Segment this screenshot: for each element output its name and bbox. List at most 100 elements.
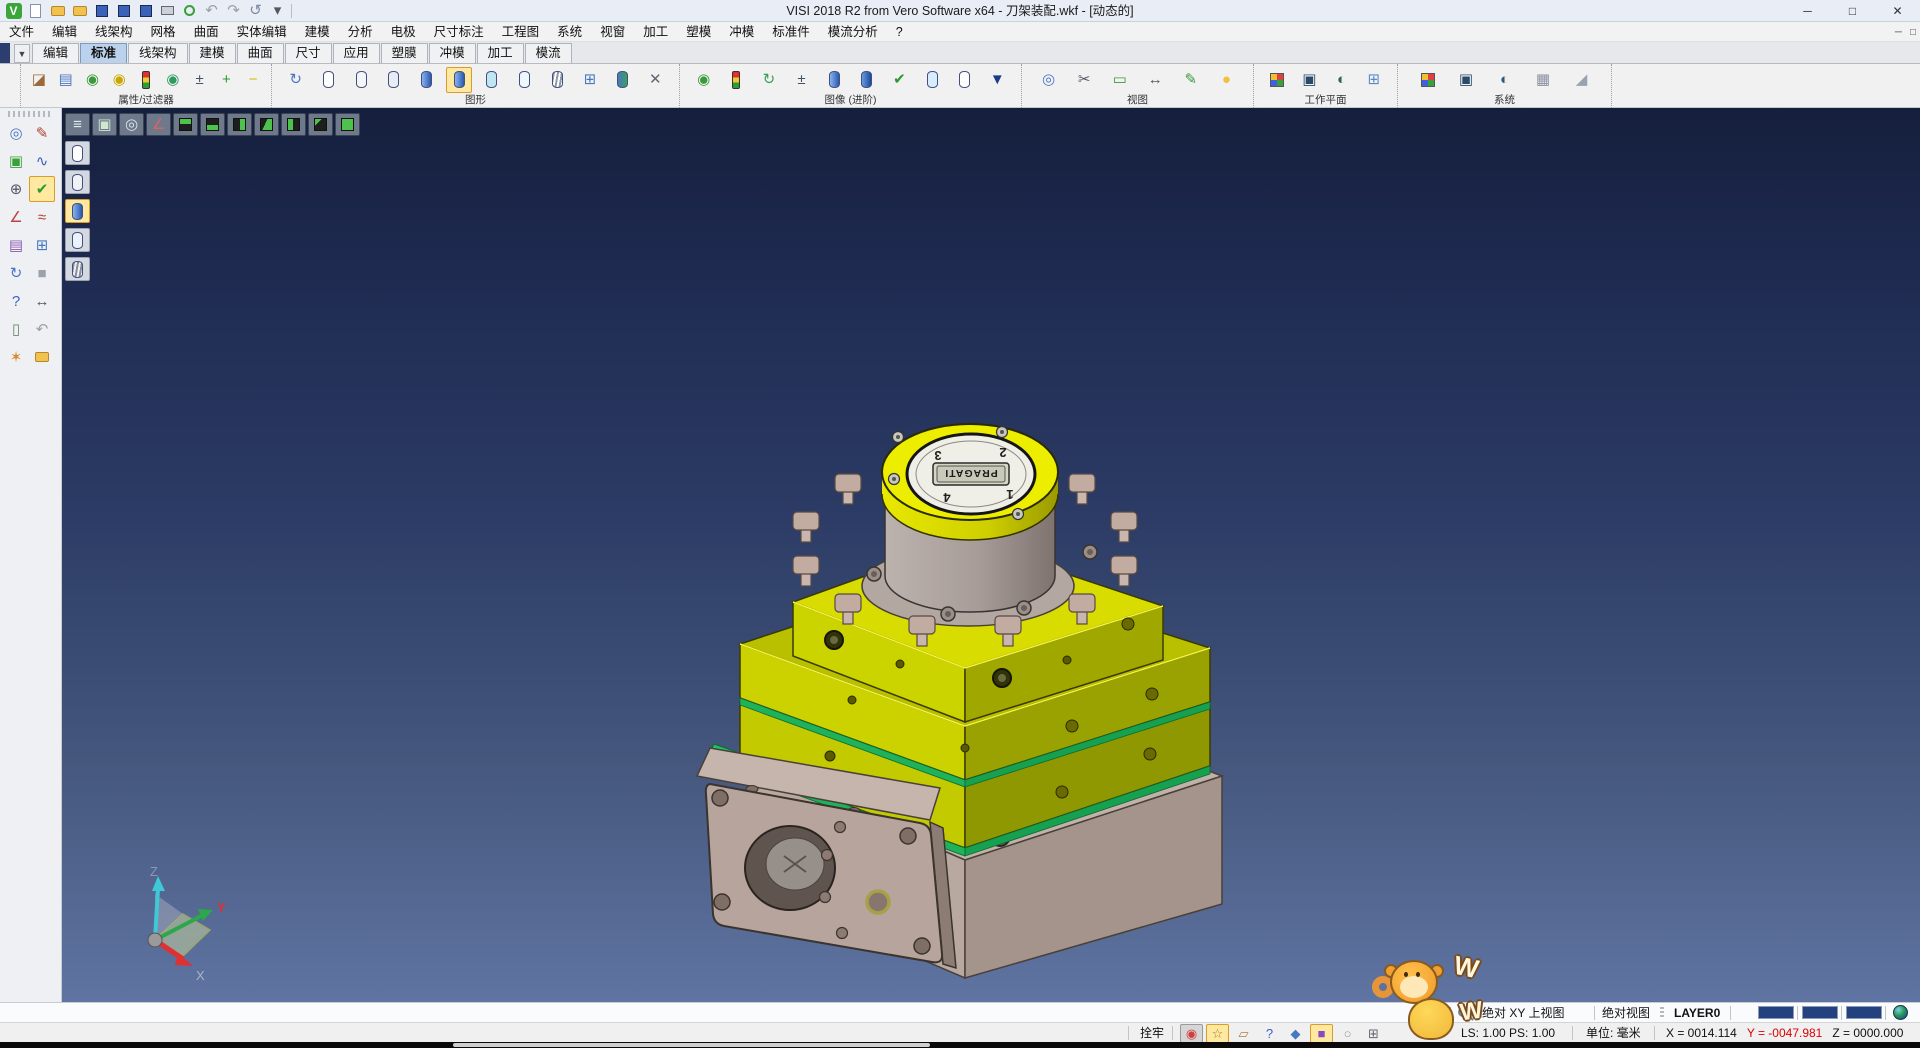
adv-cone-icon[interactable]: ▼ — [984, 67, 1010, 93]
tab-dropdown-icon[interactable]: ▼ — [14, 44, 30, 63]
ucs-axis-icon[interactable]: ∠ — [3, 204, 29, 230]
model-canvas[interactable]: PRAGATI 3 2 4 1 — [62, 108, 1920, 1002]
view-right-icon[interactable] — [227, 113, 252, 136]
attr-paint-icon[interactable]: ◪ — [26, 67, 52, 93]
layer-color-swatch-1[interactable] — [1758, 1006, 1794, 1019]
cylinder-box-icon[interactable]: ⊞ — [577, 67, 603, 93]
adv-check-icon[interactable]: ✔ — [886, 67, 912, 93]
dashed-cylinder-icon[interactable] — [381, 67, 407, 93]
menu-item[interactable]: 系统 — [548, 22, 591, 42]
context-help-icon[interactable]: ? — [3, 288, 29, 314]
view-hide-icon[interactable]: ◉ — [106, 67, 132, 93]
adv-view-add-icon[interactable]: ◉ — [691, 67, 717, 93]
menu-item[interactable]: 分析 — [339, 22, 382, 42]
measure-view-icon[interactable]: ↔ — [1142, 67, 1168, 93]
window-tile-icon[interactable]: ⊞ — [29, 232, 55, 258]
show-add-icon[interactable]: + — [213, 67, 239, 93]
shaded-edges-cylinder-icon[interactable] — [446, 67, 472, 93]
restore-button[interactable]: □ — [1830, 0, 1875, 22]
ribbon-tab[interactable]: 标准 — [80, 43, 127, 63]
dock-grip[interactable] — [8, 111, 53, 117]
view-menu-icon[interactable]: ≡ — [65, 113, 90, 136]
layer-color-swatch-2[interactable] — [1802, 1006, 1838, 1019]
close-button[interactable]: ✕ — [1875, 0, 1920, 22]
undo-icon[interactable]: ↶ — [202, 2, 221, 20]
print-icon[interactable] — [158, 2, 177, 20]
system-matrix-icon[interactable]: ▦ — [1530, 67, 1556, 93]
layer-color-swatch-3[interactable] — [1846, 1006, 1882, 1019]
menu-item[interactable]: 工程图 — [493, 22, 549, 42]
lock-toggle[interactable]: 拴牢 — [1140, 1023, 1164, 1043]
menu-item[interactable]: 模流分析 — [819, 22, 887, 42]
menu-item[interactable]: 网格 — [142, 22, 185, 42]
ribbon-tab[interactable]: 塑膜 — [381, 43, 428, 63]
menu-item[interactable]: 标准件 — [763, 22, 819, 42]
menu-item[interactable]: ? — [887, 22, 912, 42]
status-grip[interactable] — [1660, 1007, 1664, 1019]
hatch-display-icon[interactable] — [65, 257, 90, 281]
hatched-cylinder-icon[interactable] — [544, 67, 570, 93]
save-all-icon[interactable] — [136, 2, 155, 20]
ribbon-tab[interactable]: 尺寸 — [285, 43, 332, 63]
regen-icon[interactable]: ↻ — [283, 67, 309, 93]
child-minimize-button[interactable]: ─ — [1895, 27, 1902, 38]
render-light-icon[interactable]: ● — [1213, 67, 1239, 93]
quick-help-icon[interactable]: ? — [1258, 1024, 1281, 1043]
section-cut-icon[interactable]: ✂ — [1071, 67, 1097, 93]
menu-item[interactable]: 建模 — [296, 22, 339, 42]
horizontal-scrollbar-thumb[interactable] — [453, 1043, 930, 1047]
ribbon-tab[interactable]: 建模 — [189, 43, 236, 63]
ribbon-tab[interactable]: 线架构 — [128, 43, 188, 63]
shaded-cylinder-icon[interactable] — [413, 67, 439, 93]
view-toggle-icon[interactable]: ± — [187, 67, 213, 93]
import-folder-icon[interactable] — [29, 344, 55, 370]
menu-item[interactable]: 电极 — [382, 22, 425, 42]
system-monitor-icon[interactable]: ▣ — [1453, 67, 1479, 93]
helm-settings-icon[interactable]: ✶ — [3, 344, 29, 370]
cube-shading-icon[interactable]: ■ — [1310, 1024, 1333, 1043]
solid-cube-icon[interactable]: ■ — [29, 260, 55, 286]
curve-sketch-icon[interactable]: ∿ — [29, 148, 55, 174]
system-globe-icon[interactable]: ◐ — [1492, 67, 1518, 93]
save-icon[interactable] — [92, 2, 111, 20]
menu-item[interactable]: 视窗 — [591, 22, 634, 42]
hidden-line-cylinder-icon[interactable] — [348, 67, 374, 93]
wireframe-cylinder-icon[interactable] — [315, 67, 341, 93]
magic-wand-icon[interactable]: ☆ — [1206, 1024, 1229, 1043]
system-colors-icon[interactable] — [1415, 67, 1441, 93]
menu-item[interactable]: 冲模 — [720, 22, 763, 42]
confirm-check-icon[interactable]: ✔ — [29, 176, 55, 202]
menu-item[interactable]: 加工 — [634, 22, 677, 42]
hide-remove-icon[interactable]: − — [240, 67, 266, 93]
adv-shaded2-cylinder-icon[interactable] — [854, 67, 880, 93]
ribbon-tab[interactable]: 应用 — [333, 43, 380, 63]
viewport-3d[interactable]: PRAGATI 3 2 4 1 — [62, 108, 1920, 1002]
attr-pages-eye-icon[interactable]: ▤ — [53, 67, 79, 93]
view-frame-icon[interactable]: ▭ — [1107, 67, 1133, 93]
child-restore-button[interactable]: □ — [1910, 27, 1916, 38]
undo-all-icon[interactable]: ↺ — [246, 2, 265, 20]
visi-logo[interactable]: V — [4, 2, 23, 20]
menu-item[interactable]: 塑模 — [677, 22, 720, 42]
shaded-display-icon[interactable] — [65, 199, 90, 223]
zoom-window-icon[interactable]: ◎ — [119, 113, 144, 136]
new-file-icon[interactable] — [26, 2, 45, 20]
save-as-icon[interactable] — [114, 2, 133, 20]
dynamic-assembly-icon[interactable]: ◆ — [1284, 1024, 1307, 1043]
ghost-cylinder-icon[interactable] — [512, 67, 538, 93]
workplane-colors-icon[interactable] — [1264, 67, 1290, 93]
ribbon-tab[interactable]: 模流 — [525, 43, 572, 63]
adv-light-cylinder-icon[interactable] — [919, 67, 945, 93]
measure-distance-icon[interactable]: ↔ — [29, 288, 55, 314]
erase-sketch-icon[interactable]: ✎ — [29, 120, 55, 146]
workplane-globe-icon[interactable]: ◐ — [1329, 67, 1355, 93]
ribbon-tab[interactable]: 编辑 — [32, 43, 79, 63]
filter-traffic-icon[interactable] — [133, 67, 159, 93]
pick-hand-icon[interactable]: ▱ — [1232, 1024, 1255, 1043]
view-bottom-icon[interactable] — [200, 113, 225, 136]
transparent-cylinder-icon[interactable] — [479, 67, 505, 93]
snapshot-icon[interactable]: ◉ — [1180, 1024, 1203, 1043]
globe-icon[interactable] — [1893, 1005, 1908, 1020]
pan-zoom-icon[interactable]: ◎ — [3, 120, 29, 146]
view-front-icon[interactable] — [254, 113, 279, 136]
